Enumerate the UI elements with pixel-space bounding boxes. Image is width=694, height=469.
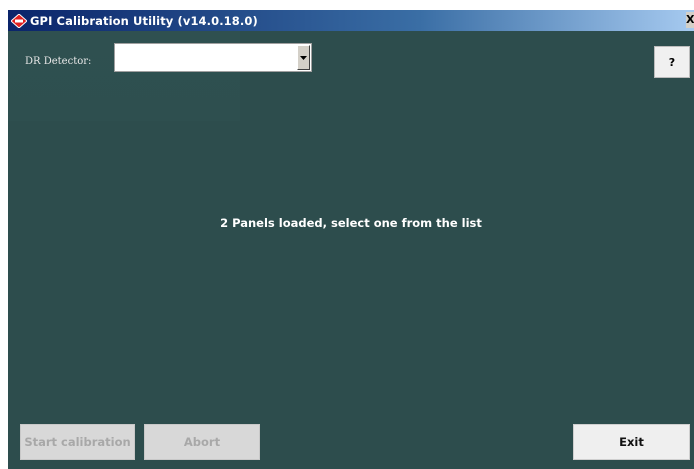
app-logo-icon <box>11 13 27 28</box>
start-calibration-button[interactable]: Start calibration <box>20 424 135 460</box>
exit-button[interactable]: Exit <box>573 424 690 460</box>
close-button[interactable]: X <box>686 12 694 28</box>
dr-detector-select[interactable] <box>114 43 312 72</box>
status-message: 2 Panels loaded, select one from the lis… <box>220 216 482 230</box>
abort-button[interactable]: Abort <box>144 424 260 460</box>
help-button[interactable]: ? <box>654 46 690 78</box>
chevron-down-icon[interactable] <box>297 45 310 70</box>
title-bar[interactable]: GPI Calibration Utility (v14.0.18.0) X <box>8 10 694 31</box>
top-strip <box>0 0 694 10</box>
main-panel: DR Detector: ? 2 Panels loaded, select o… <box>8 31 694 469</box>
dr-detector-label: DR Detector: <box>25 56 92 67</box>
window-title: GPI Calibration Utility (v14.0.18.0) <box>30 13 258 28</box>
